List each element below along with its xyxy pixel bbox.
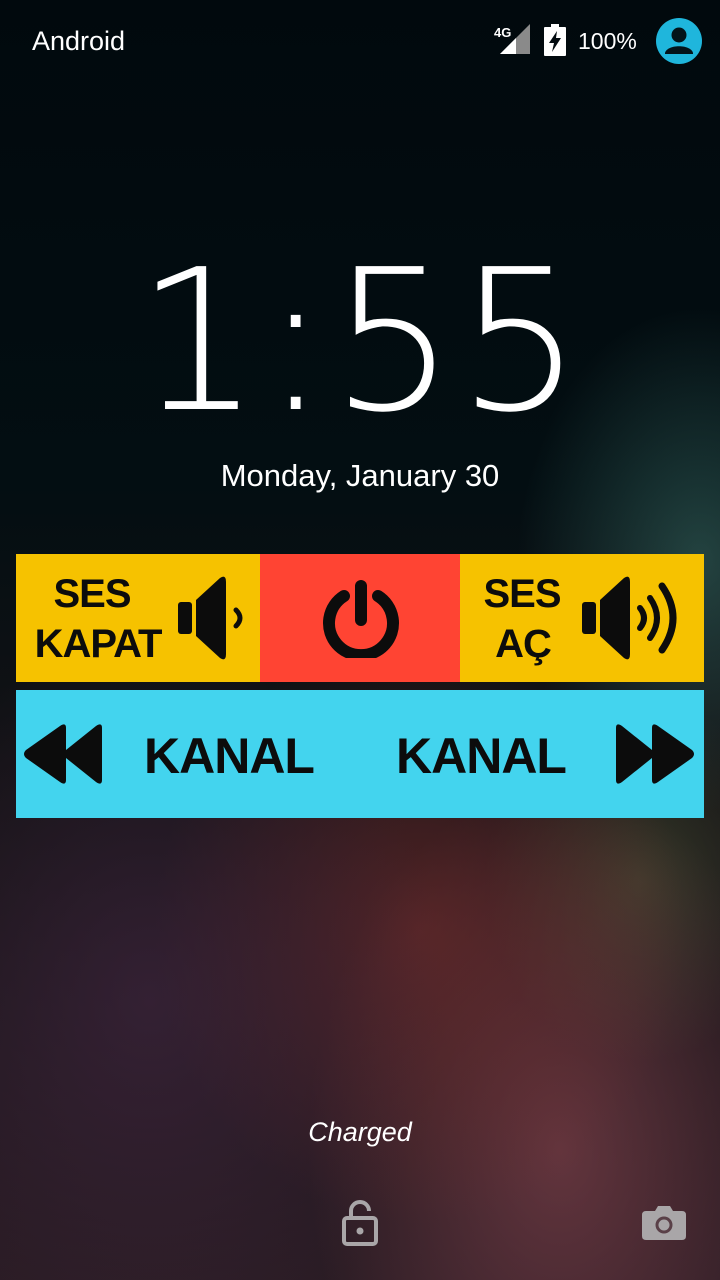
fast-forward-icon[interactable] (614, 722, 696, 786)
power-icon (323, 580, 399, 658)
clock-minutes: 55 (330, 228, 585, 456)
battery-charging-icon (544, 24, 566, 56)
charging-status: Charged (308, 1117, 412, 1147)
carrier-name: Android (32, 26, 126, 56)
volume-up-label-line2: AÇ (495, 622, 552, 666)
volume-up-button[interactable]: SES AÇ (460, 554, 704, 682)
lockscreen-date: Monday, January 30 (220, 458, 500, 493)
channel-up-label[interactable]: KANAL (396, 730, 567, 782)
user-avatar-icon[interactable] (656, 18, 702, 64)
mute-label-line1: SES (53, 572, 131, 616)
remote-widget-channel-row: KANAL KANAL (16, 690, 704, 818)
speaker-high-icon (582, 576, 677, 660)
speaker-low-icon (178, 576, 243, 660)
unlock-icon[interactable] (342, 1200, 378, 1246)
clock-hours: 1 (135, 228, 263, 456)
power-button[interactable] (260, 554, 460, 682)
lockscreen-clock: 1:55 (0, 232, 720, 452)
remote-widget-top-row: SES KAPAT SES AÇ (16, 554, 704, 682)
channel-down-label[interactable]: KANAL (144, 730, 315, 782)
battery-percentage: 100% (578, 28, 637, 54)
signal-4g-icon: 4G (494, 24, 530, 54)
network-type-label: 4G (494, 25, 511, 40)
camera-icon[interactable] (642, 1204, 686, 1240)
mute-button[interactable]: SES KAPAT (16, 554, 260, 682)
rewind-icon[interactable] (22, 722, 104, 786)
status-bar: Android 4G 100% (0, 0, 720, 82)
mute-label-line2: KAPAT (34, 622, 163, 666)
volume-up-label-line1: SES (483, 572, 561, 616)
clock-separator: : (262, 228, 331, 456)
